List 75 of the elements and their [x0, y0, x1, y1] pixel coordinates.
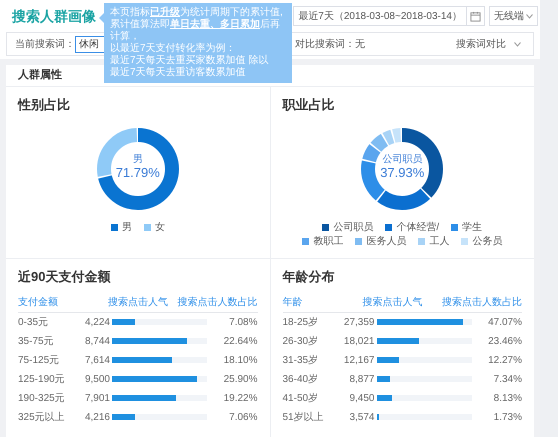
share-cell-text: 7.08% [229, 316, 258, 330]
center-label: 公司职员 [382, 155, 422, 166]
column-header: 搜索点击人数占比 [178, 296, 258, 310]
chevron-down-icon [514, 42, 521, 46]
share-cell-text: 19.22% [224, 392, 258, 406]
compare-dropdown[interactable]: 搜索词对比 [456, 36, 521, 52]
chevron-down-icon [526, 14, 533, 18]
range-cell-text: 325元以上 [18, 410, 66, 424]
share-cell-text: 25.90% [224, 372, 258, 386]
center-value: 37.93% [380, 165, 424, 182]
popularity-cell-text: 18,021 [342, 334, 374, 348]
range-cell-text: 51岁以上 [282, 410, 325, 424]
share-cell-text: 12.27% [488, 354, 522, 368]
share-cell-text: 47.07% [488, 316, 522, 330]
popularity-cell-text: 4,224 [84, 316, 110, 330]
table-title: 年龄分布 [282, 268, 336, 286]
range-cell-text: 125-190元 [18, 372, 66, 386]
tooltip-text: 最近7天每天去重访客数累加值 [110, 67, 247, 79]
column-header: 搜索点击人数占比 [442, 296, 522, 310]
share-cell-text: 8.13% [494, 392, 522, 406]
current-label: 当前搜索词： [15, 38, 75, 52]
compare-text: 对比搜索词：无 [295, 38, 365, 52]
legend-label: 公司职员 [333, 222, 374, 232]
range-cell-text: 18-25岁 [282, 316, 320, 330]
share-cell-text: 7.34% [494, 372, 522, 386]
share-cell-text: 7.06% [229, 410, 258, 424]
legend-label: 学生 [462, 222, 482, 232]
legend-label: 工人 [429, 236, 450, 246]
panel-title: 性别占比 [18, 96, 71, 114]
range-cell-text: 31-35岁 [282, 354, 320, 368]
popularity-cell-text: 8,744 [84, 334, 110, 348]
share-cell-text: 1.73% [494, 410, 522, 424]
range-cell-text: 75-125元 [18, 354, 60, 368]
legend-label: 教职工 [313, 236, 344, 246]
page-title: 搜索人群画像 [12, 6, 96, 26]
share-cell-text: 23.46% [488, 334, 522, 348]
column-header: 搜索点击人气 [108, 296, 168, 310]
popularity-cell-text: 27,359 [342, 316, 374, 330]
legend-label: 男 [122, 222, 132, 232]
date-range-picker[interactable]: 最近7天（2018-03-08~2018-03-14） [293, 6, 467, 26]
legend-label: 女 [154, 222, 165, 232]
center-label: 男 [132, 155, 143, 166]
tooltip-text: 以最近7天支付转化率为例： [110, 43, 237, 54]
legend-label: 个体经营/ [396, 222, 440, 232]
share-cell-text: 22.64% [224, 334, 258, 348]
range-cell-text: 41-50岁 [282, 392, 320, 406]
device-dropdown[interactable]: 无线端 [489, 6, 538, 26]
table-title: 近90天支付金额 [18, 268, 112, 286]
share-cell-text: 18.10% [224, 354, 258, 368]
popularity-cell-text: 3,574 [348, 410, 374, 424]
popularity-cell-text: 7,614 [84, 354, 110, 368]
calendar-button[interactable] [467, 6, 485, 26]
calendar-icon [470, 10, 481, 22]
section-title: 人群属性 [18, 68, 62, 84]
popularity-cell-text: 4,216 [84, 410, 110, 424]
range-cell-text: 26-30岁 [282, 334, 320, 348]
range-cell-text: 190-325元 [18, 392, 66, 406]
range-cell-text: 36-40岁 [282, 372, 320, 386]
center-value: 71.79% [116, 165, 160, 182]
tooltip-text: 最近7天每天去重买家数累加值 除以 [110, 55, 270, 66]
tooltip-text: 累计值算法即单日去重、多日累加后再计算， [110, 19, 281, 42]
legend-label: 医务人员 [366, 236, 406, 246]
column-header: 支付金额 [18, 296, 58, 310]
popularity-cell-text: 12,167 [342, 354, 374, 368]
legend-label: 公务员 [472, 236, 502, 246]
column-header: 搜索点击人气 [362, 296, 422, 310]
range-cell-text: 35-75元 [18, 334, 55, 348]
popularity-cell-text: 8,877 [348, 372, 374, 386]
popularity-cell-text: 9,500 [84, 372, 110, 386]
range-cell-text: 0-35元 [18, 316, 50, 330]
tooltip-text: 本页指标已升级为统计周期下的累计值, [110, 7, 284, 18]
column-header: 年龄 [282, 296, 302, 310]
popularity-cell-text: 7,901 [84, 392, 110, 406]
panel-title: 职业占比 [282, 96, 336, 114]
popularity-cell-text: 9,450 [348, 392, 374, 406]
